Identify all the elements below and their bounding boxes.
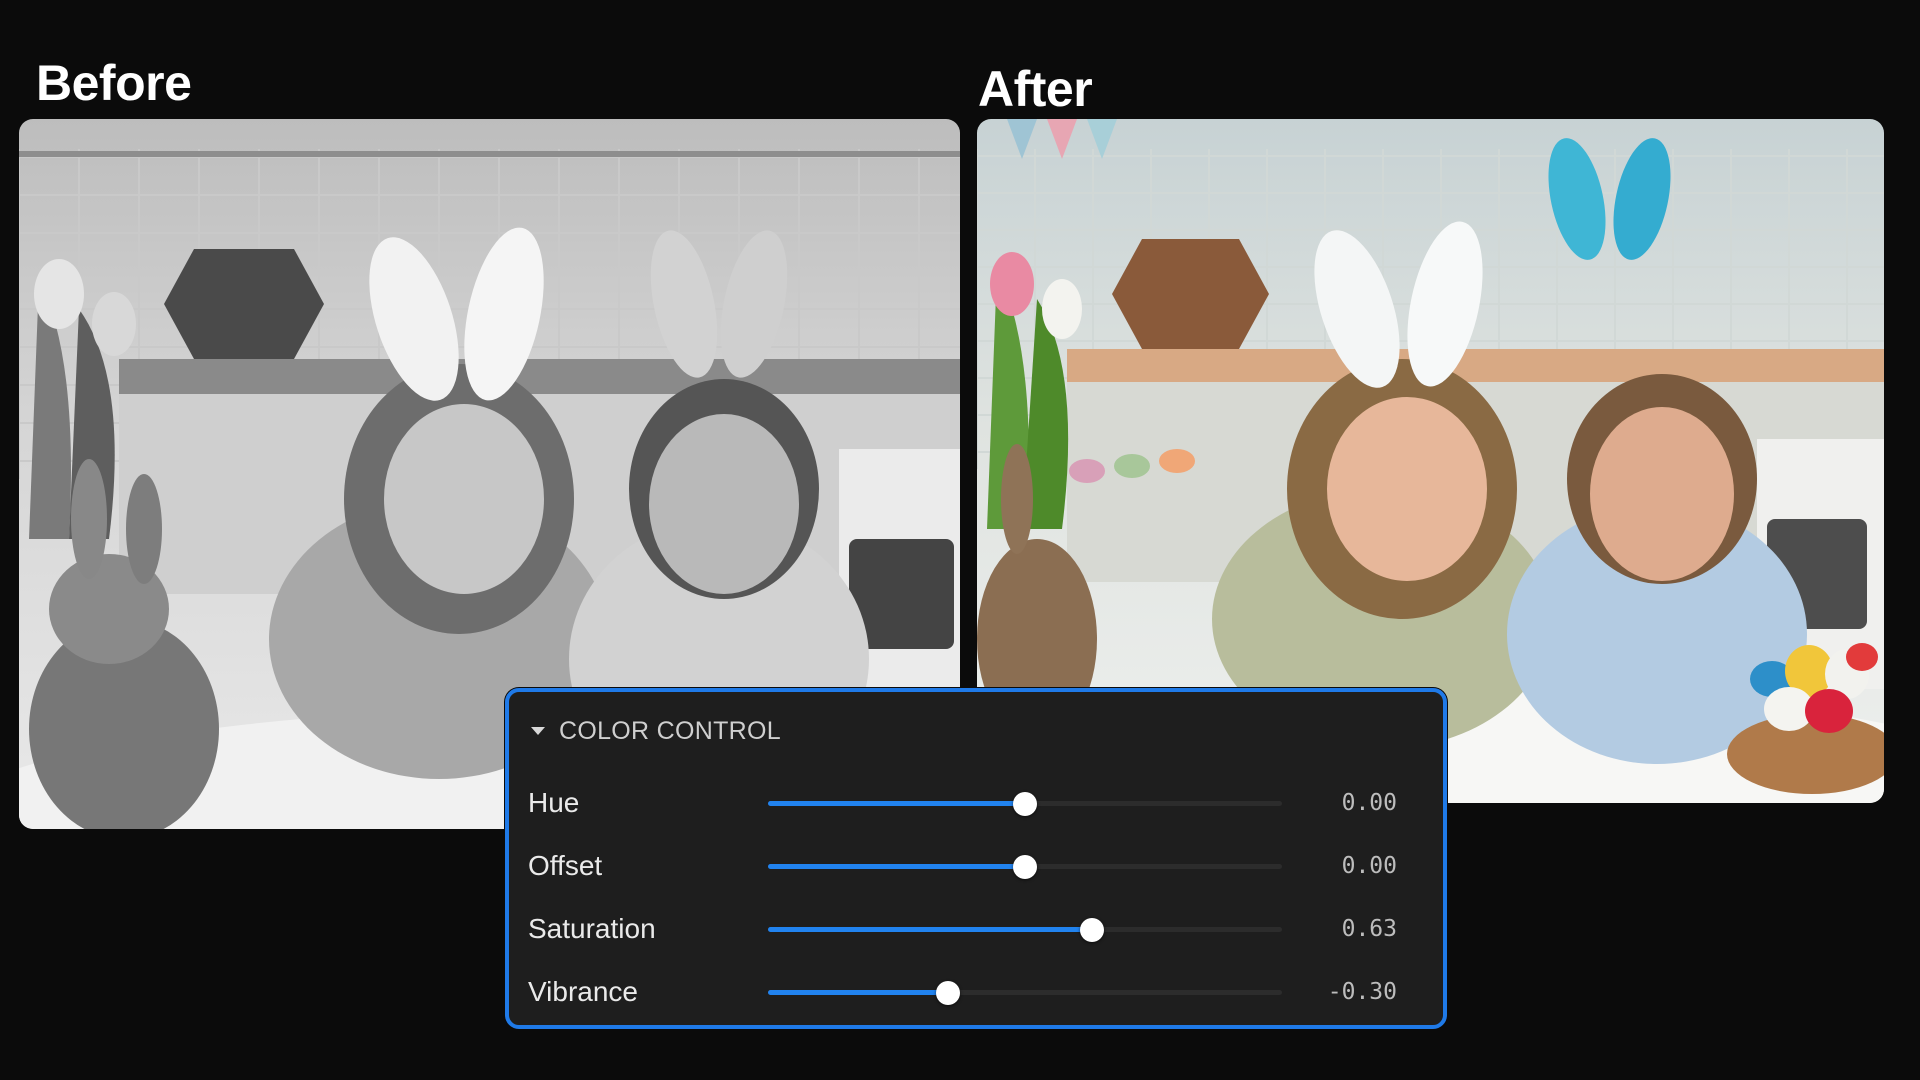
hue-control: Hue 0.00 [509,783,1443,823]
vibrance-value: -0.30 [1327,979,1397,1005]
offset-value: 0.00 [1341,853,1397,879]
offset-control: Offset 0.00 [509,846,1443,886]
color-control-panel: COLOR CONTROL Hue 0.00 Offset 0.00 Satur… [505,688,1447,1029]
hue-slider-thumb[interactable] [1013,791,1037,816]
color-control-header[interactable]: COLOR CONTROL [531,716,781,746]
saturation-slider-fill [768,927,1092,932]
vibrance-slider-thumb[interactable] [935,980,960,1005]
vibrance-label: Vibrance [528,976,639,1007]
offset-slider-fill [768,864,1025,869]
offset-slider[interactable] [768,854,1282,879]
offset-label: Offset [528,850,603,881]
saturation-control: Saturation 0.63 [509,909,1443,949]
hue-slider[interactable] [768,791,1282,816]
offset-slider-thumb[interactable] [1013,854,1037,879]
vibrance-slider-fill [768,990,948,995]
saturation-slider[interactable] [768,917,1282,942]
triangle-down-icon[interactable] [531,727,545,735]
vibrance-control: Vibrance -0.30 [509,972,1443,1012]
saturation-value: 0.63 [1341,916,1397,942]
color-control-title: COLOR CONTROL [559,716,781,745]
vibrance-slider[interactable] [768,980,1282,1005]
before-heading: Before [36,55,192,111]
hue-slider-fill [768,801,1025,806]
saturation-label: Saturation [528,913,656,944]
after-heading: After [978,61,1093,117]
hue-label: Hue [528,787,580,818]
saturation-slider-thumb[interactable] [1079,917,1104,942]
hue-value: 0.00 [1341,790,1397,816]
